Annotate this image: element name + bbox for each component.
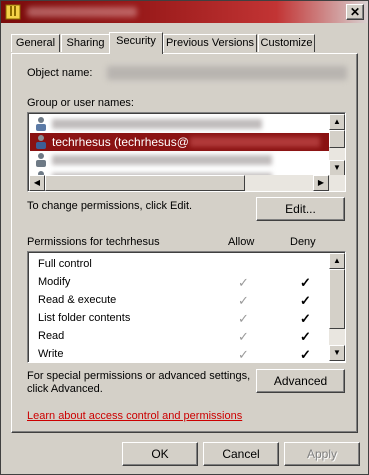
advanced-hint-line2: click Advanced.: [27, 383, 103, 395]
tab-security[interactable]: Security: [109, 32, 163, 54]
scroll-up-button[interactable]: ▲: [329, 253, 345, 269]
security-panel: Object name: Group or user names: techrh…: [11, 53, 358, 433]
hscroll-thumb[interactable]: [45, 175, 245, 191]
permission-row-full-control: Full control: [38, 258, 92, 270]
apply-button[interactable]: Apply: [284, 442, 360, 466]
scroll-thumb[interactable]: [329, 269, 345, 329]
properties-dialog: ✕ General Sharing Security Previous Vers…: [0, 0, 369, 475]
cancel-button[interactable]: Cancel: [203, 442, 279, 466]
user-group-icon: [36, 153, 46, 167]
scroll-right-button[interactable]: ▶: [313, 175, 329, 191]
title-bar[interactable]: ✕: [1, 1, 368, 23]
check-icon: ✓: [300, 293, 311, 308]
user-name: techrhesus (techrhesus@: [52, 135, 189, 149]
user-email-redacted: [190, 137, 320, 147]
check-icon: ✓: [238, 293, 249, 308]
users-vscrollbar[interactable]: ▲ ▼: [329, 114, 345, 176]
permissions-vscrollbar[interactable]: ▲ ▼: [329, 253, 345, 361]
user-row[interactable]: [30, 115, 331, 133]
check-icon: ✓: [238, 347, 249, 362]
permissions-label: Permissions for techrhesus: [27, 236, 160, 248]
check-icon: ✓: [238, 275, 249, 290]
close-icon: ✕: [349, 5, 361, 19]
user-row-selected[interactable]: techrhesus (techrhesus@: [30, 133, 331, 151]
tab-general[interactable]: General: [11, 34, 60, 52]
user-icon: [36, 135, 46, 149]
object-name-value-redacted: [107, 66, 347, 80]
close-button[interactable]: ✕: [346, 4, 364, 20]
tab-customize[interactable]: Customize: [258, 34, 315, 52]
deny-header: Deny: [290, 236, 316, 248]
scroll-down-button[interactable]: ▼: [329, 160, 345, 176]
user-name-redacted: [52, 155, 272, 165]
user-group-icon: [36, 117, 46, 131]
scroll-down-button[interactable]: ▼: [329, 345, 345, 361]
check-icon: ✓: [238, 329, 249, 344]
tab-previous-versions[interactable]: Previous Versions: [163, 34, 257, 52]
advanced-button[interactable]: Advanced: [256, 369, 345, 393]
permission-row-write: Write ✓ ✓: [38, 347, 311, 362]
check-icon: ✓: [300, 347, 311, 362]
scroll-up-button[interactable]: ▲: [329, 114, 345, 130]
ok-button[interactable]: OK: [122, 442, 198, 466]
scroll-thumb[interactable]: [329, 130, 345, 148]
tab-sharing[interactable]: Sharing: [61, 34, 110, 52]
folder-icon: [5, 4, 21, 20]
check-icon: ✓: [238, 311, 249, 326]
allow-header: Allow: [228, 236, 255, 248]
object-name-label: Object name:: [27, 67, 93, 79]
window-title-redacted: [27, 7, 137, 17]
check-icon: ✓: [300, 311, 311, 326]
edit-button[interactable]: Edit...: [256, 197, 345, 221]
permissions-listbox[interactable]: Full control Modify ✓ ✓ Read & execute ✓…: [27, 251, 346, 363]
permission-row-read: Read ✓ ✓: [38, 329, 311, 344]
user-name-redacted: [52, 119, 262, 129]
scroll-left-button[interactable]: ◀: [29, 175, 45, 191]
check-icon: ✓: [300, 329, 311, 344]
group-label: Group or user names:: [27, 97, 134, 109]
change-hint: To change permissions, click Edit.: [27, 200, 193, 212]
permission-row-list-folder: List folder contents ✓ ✓: [38, 311, 311, 326]
users-listbox[interactable]: techrhesus (techrhesus@ ▲ ▼ ◀ ▶: [27, 112, 346, 192]
permission-row-modify: Modify ✓ ✓: [38, 275, 311, 290]
check-icon: ✓: [300, 275, 311, 290]
advanced-hint-line1: For special permissions or advanced sett…: [27, 370, 251, 382]
learn-access-control-link[interactable]: Learn about access control and permissio…: [27, 410, 242, 422]
permission-row-read-execute: Read & execute ✓ ✓: [38, 293, 311, 308]
user-row[interactable]: [30, 151, 331, 169]
users-hscrollbar[interactable]: ◀ ▶: [29, 175, 345, 191]
